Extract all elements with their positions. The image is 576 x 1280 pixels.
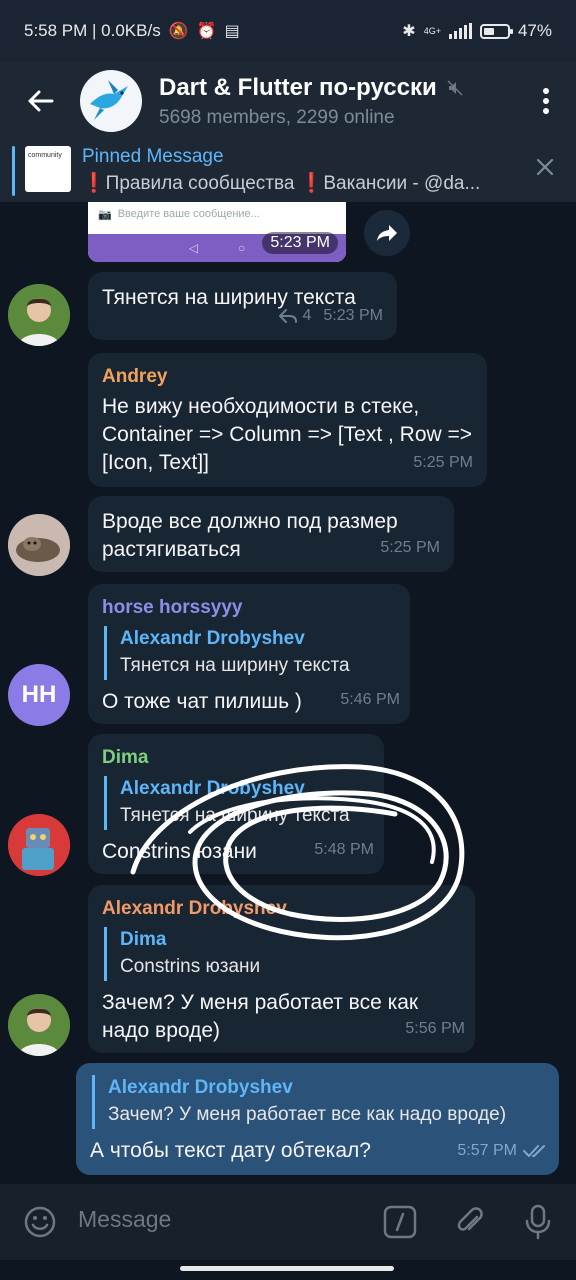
avatar[interactable] [8,994,70,1056]
nav-back-icon: ◁ [188,241,198,255]
message-time: 5:56 PM [405,1020,465,1037]
avatar[interactable]: HH [8,664,70,726]
message-bubble[interactable]: Dima Alexandr Drobyshev Тянется на ширин… [88,734,384,874]
reply-preview[interactable]: Alexandr Drobyshev Тянется на ширину тек… [104,776,370,830]
reply-arrow-icon [278,309,297,323]
message-time: 5:23 PM [262,232,338,254]
voice-message-button[interactable] [518,1202,558,1242]
user-photo-icon [8,994,70,1056]
nav-home-icon: ○ [237,241,246,255]
pinned-message-bar[interactable]: community Pinned Message ❗Правила сообще… [0,140,576,202]
message-bubble[interactable]: Вроде все должно под размер растягиватьс… [88,496,454,572]
reply-author: Alexandr Drobyshev [108,1077,293,1098]
share-button[interactable] [364,210,410,256]
signal-icon [448,23,472,39]
avatar-initials: HH [21,681,57,708]
reply-count[interactable]: 4 [303,302,312,330]
chat-subtitle: 5698 members, 2299 online [159,106,395,128]
image-input-placeholder: Введите ваше сообщение... [117,208,260,220]
reply-author: Alexandr Drobyshev [120,778,305,799]
sender-name[interactable]: Alexandr Drobyshev [102,897,461,921]
pinned-thumbnail: community [25,146,71,192]
reply-author: Alexandr Drobyshev [120,628,305,649]
status-time: 5:58 PM | 0.0KB/s [24,21,161,40]
sender-name[interactable]: horse horssyyy [102,596,396,620]
message-bubble[interactable]: Andrey Не вижу необходимости в стеке, Co… [88,353,487,487]
user-photo-icon [8,284,70,346]
reply-preview[interactable]: Alexandr Drobyshev Зачем? У меня работае… [92,1075,545,1129]
more-menu-button[interactable] [516,62,576,140]
avatar[interactable] [8,284,70,346]
message-list[interactable]: 📷 Введите ваше сообщение... ◁ ○ 5:23 PM … [0,202,576,1184]
sender-name[interactable]: Dima [102,746,370,770]
status-bar: 5:58 PM | 0.0KB/s 🔕 ⏰ ▤ ✱ 4G+ 47% [0,0,576,62]
pinned-text: ❗Правила сообщества ❗Вакансии - @da... [82,173,481,194]
image-message[interactable]: 📷 Введите ваше сообщение... ◁ ○ 5:23 PM [88,202,346,262]
avatar[interactable] [8,514,70,576]
reply-author: Dima [120,929,167,950]
message-input[interactable]: Message [78,1206,171,1233]
message-bubble[interactable]: horse horssyyy Alexandr Drobyshev Тянетс… [88,584,410,724]
share-arrow-icon [377,225,397,241]
robot-photo-icon [8,814,70,876]
pinned-thumbnail-text: community [28,152,62,159]
pinned-close-button[interactable] [532,154,558,180]
message-bubble[interactable]: Тянется на ширину текста 4 5:23 PM [88,272,397,340]
muted-speaker-icon [447,79,463,96]
avatar[interactable] [8,814,70,876]
outgoing-message-bubble[interactable]: Alexandr Drobyshev Зачем? У меня работае… [76,1063,559,1175]
reply-text: Тянется на ширину текста [120,655,350,676]
notification-icon: ▤ [224,23,240,40]
mute-icon: 🔕 [168,23,189,40]
chat-title[interactable]: Dart & Flutter по-русски [159,74,463,102]
battery-icon [479,23,513,39]
alarm-icon: ⏰ [196,23,217,40]
message-time: 5:57 PM [457,1142,517,1159]
camera-icon: 📷 [98,208,112,221]
message-time: 5:25 PM [413,454,473,471]
bluetooth-icon: ✱ [402,23,416,40]
network-type: 4G+ [423,25,441,36]
home-indicator[interactable] [180,1266,394,1271]
chat-avatar[interactable] [80,70,142,132]
double-check-icon [523,1145,545,1157]
back-button[interactable] [0,62,80,140]
more-vertical-icon [543,88,549,114]
smile-icon [24,1206,56,1238]
reply-preview[interactable]: Alexandr Drobyshev Тянется на ширину тек… [104,626,396,680]
paperclip-icon [457,1207,483,1231]
message-time: 5:23 PM [323,307,383,324]
close-icon [536,158,554,176]
pinned-label: Pinned Message [82,146,224,167]
chat-title-text: Dart & Flutter по-русски [159,73,437,101]
sender-name[interactable]: Andrey [102,365,473,389]
message-time: 5:25 PM [380,539,440,556]
bot-commands-button[interactable] [380,1202,420,1242]
battery-percent: 47% [517,21,552,40]
cat-photo-icon [8,514,70,576]
attach-button[interactable] [450,1202,490,1242]
pinned-indicator [12,146,15,196]
reply-text: Зачем? У меня работает все как надо врод… [108,1104,507,1125]
chat-header: Dart & Flutter по-русски 5698 members, 2… [0,62,576,140]
battery-fill [483,27,495,35]
hummingbird-logo-icon [90,80,128,120]
slash-command-icon [383,1205,417,1239]
message-input-bar: Message [0,1184,576,1260]
reply-preview[interactable]: Dima Constrins юзани [104,927,461,981]
back-arrow-icon [28,90,54,112]
reply-text: Тянется на ширину текста [120,805,350,826]
message-time: 5:46 PM [340,691,400,708]
message-bubble[interactable]: Alexandr Drobyshev Dima Constrins юзани … [88,885,475,1053]
microphone-icon [525,1204,551,1240]
emoji-button[interactable] [20,1202,60,1242]
image-content: 📷 Введите ваше сообщение... [98,204,344,224]
message-time: 5:48 PM [314,841,374,858]
reply-text: Constrins юзани [120,956,261,977]
